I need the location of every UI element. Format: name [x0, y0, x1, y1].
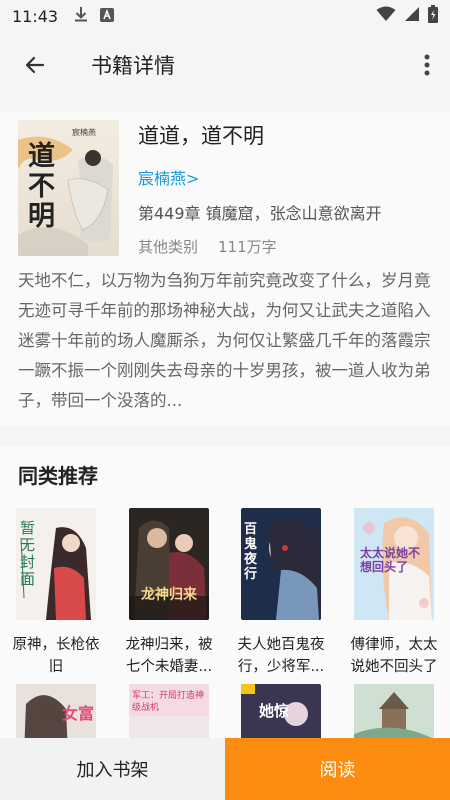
book-description[interactable]: 天地不仁，以万物为刍狗万年前究竟改变了什么，岁月竟无迹可寻千年前的那场神秘大战，…: [18, 266, 434, 416]
wifi-icon: [376, 6, 396, 26]
recommend-cover: 暂无封面: [16, 508, 96, 620]
recommend-cover: 太太说她不想回头了: [354, 508, 434, 620]
recommend-cover-text: 她惊: [259, 702, 290, 720]
latest-chapter[interactable]: 第449章 镇魔窟，张念山意欲离开: [138, 200, 382, 224]
status-bar: 11:43: [0, 0, 450, 32]
recommend-cover-text: 百鬼夜行: [244, 522, 258, 582]
book-meta: 其他类别 111万字: [138, 236, 277, 257]
download-icon: [74, 6, 88, 26]
book-cover-title: 道不明: [28, 141, 55, 232]
page-title: 书籍详情: [91, 54, 175, 78]
recommend-book-name: 龙神归来，被七个未婚妻...: [125, 637, 213, 675]
bottom-action-bar: 加入书架 阅读: [0, 738, 450, 800]
app-bar: 书籍详情: [0, 32, 450, 98]
recommend-book[interactable]: 龙神归来 龙神归来，被七个未婚妻...: [121, 508, 217, 678]
recommend-book-name: 原神，长枪依旧: [12, 637, 100, 675]
book-info-card: 宸楠燕 道不明 道道，道不明 宸楠燕> 第449章 镇魔窟，张念山意欲离开 其他…: [0, 112, 450, 426]
svg-text:宸楠燕: 宸楠燕: [72, 127, 96, 137]
book-author-link[interactable]: 宸楠燕>: [138, 165, 199, 189]
recommend-cover-text: 太太说她不想回头了: [360, 546, 421, 574]
back-button[interactable]: [10, 40, 60, 90]
recommend-cover: 百鬼夜行: [241, 508, 321, 620]
read-button[interactable]: 阅读: [225, 738, 450, 800]
add-to-shelf-button[interactable]: 加入书架: [0, 738, 225, 800]
recommend-book-name: 夫人她百鬼夜行，少将军...: [237, 637, 325, 675]
recommend-cover-text: 女富: [62, 704, 95, 723]
recommend-cover-text: 龙神归来: [141, 587, 197, 603]
recommend-book[interactable]: 百鬼夜行 夫人她百鬼夜行，少将军...: [233, 508, 329, 678]
status-time: 11:43: [12, 6, 59, 26]
more-options-button[interactable]: [416, 44, 438, 86]
recommend-cover-text: 军工：开局打造神级战机: [132, 691, 205, 713]
app-notification-icon: [100, 7, 115, 26]
recommend-book[interactable]: 太太说她不想回头了 傅律师，太太说她不回头了: [346, 508, 442, 678]
section-title: 同类推荐: [18, 464, 98, 488]
arrow-left-icon: [25, 56, 45, 74]
recommend-cover-text: 暂无封面: [20, 519, 36, 588]
signal-icon: [404, 6, 420, 26]
recommend-cover: 龙神归来: [129, 508, 209, 620]
book-title: 道道，道不明: [138, 124, 264, 148]
recommend-book[interactable]: 暂无封面 原神，长枪依旧: [8, 508, 104, 678]
recommend-book-name: 傅律师，太太说她不回头了: [350, 637, 438, 675]
battery-icon: [428, 5, 438, 27]
more-vertical-icon: [424, 54, 430, 76]
book-category: 其他类别: [138, 238, 199, 256]
book-word-count: 111万字: [218, 238, 277, 256]
book-cover[interactable]: 宸楠燕 道不明: [18, 120, 119, 256]
